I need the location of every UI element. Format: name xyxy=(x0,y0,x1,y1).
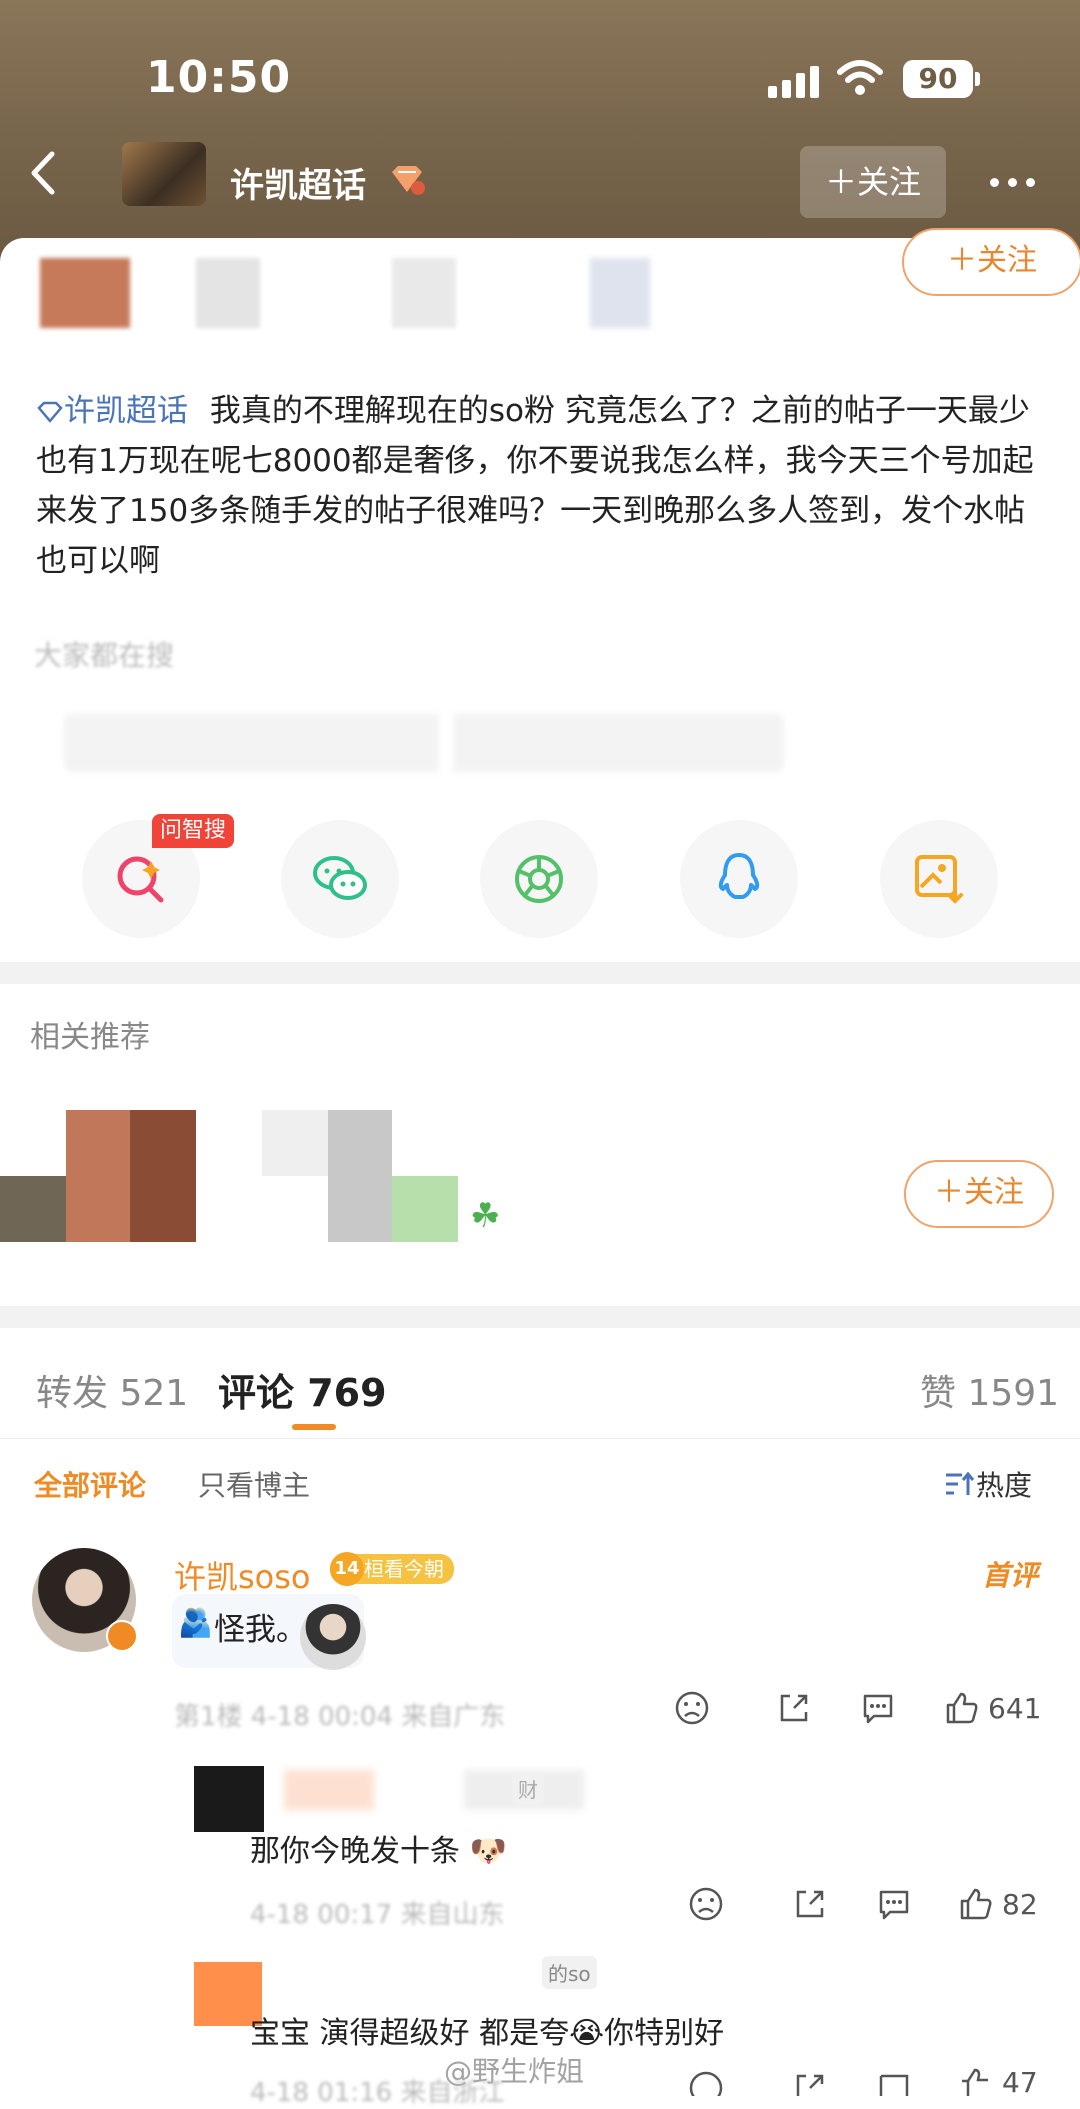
author-name-blur xyxy=(196,258,260,328)
trending-search-blur[interactable] xyxy=(64,714,784,772)
qq-share-button[interactable] xyxy=(680,820,798,938)
comment-meta: 第1楼 4-18 00:04 来自广东 xyxy=(174,1702,506,1732)
status-time: 10:50 xyxy=(146,52,292,103)
share-button[interactable] xyxy=(792,2070,828,2096)
comment-icon xyxy=(863,1694,893,1724)
share-icon xyxy=(796,1890,824,1918)
active-tab-indicator xyxy=(292,1424,336,1430)
ai-search-badge: 问智搜 xyxy=(152,814,235,848)
clover-icon: ☘ xyxy=(470,1196,501,1236)
reply-meta: 4-18 01:16 来自浙江 xyxy=(250,2078,505,2108)
ai-search-icon xyxy=(117,856,164,903)
topic-tag-link[interactable]: 许凯超话 xyxy=(36,393,198,429)
verified-badge-icon xyxy=(106,1620,138,1652)
filter-all-comments[interactable]: 全部评论 xyxy=(34,1464,146,1504)
back-arrow-icon[interactable] xyxy=(28,150,58,196)
like-button[interactable]: 82 xyxy=(958,1886,1038,1922)
super-topic-icon xyxy=(37,401,63,423)
header-follow-button[interactable]: ＋关注 xyxy=(800,146,946,218)
like-count: 82 xyxy=(1002,1887,1038,1921)
battery-nub xyxy=(975,72,980,86)
reply-button[interactable] xyxy=(876,1886,912,1922)
tab-repost[interactable]: 转发 521 xyxy=(36,1364,188,1416)
reply-avatar[interactable] xyxy=(194,1766,264,1832)
related-section-title: 相关推荐 xyxy=(30,1020,150,1055)
topic-tag-label[interactable]: 许凯超话 xyxy=(64,393,188,429)
author-avatar[interactable] xyxy=(40,258,130,328)
reply-text: 那你今晚发十条 🐶 xyxy=(250,1834,507,1869)
more-icon[interactable] xyxy=(990,172,1044,191)
dislike-button[interactable] xyxy=(674,1690,710,1726)
thumbs-up-icon xyxy=(962,2068,988,2096)
thumbs-up-icon xyxy=(946,1692,978,1724)
signal-icon xyxy=(768,66,820,98)
post-content: 许凯超话 我真的不理解现在的so粉 究竟怎么了？之前的帖子一天最少也有1万现在呢… xyxy=(36,386,1046,586)
bubble-decoration-avatar xyxy=(300,1604,366,1670)
moments-icon xyxy=(515,855,563,903)
comment-icon xyxy=(879,1890,909,1920)
share-icon xyxy=(780,1694,808,1722)
sad-face-icon xyxy=(689,1887,723,1921)
author-follow-button[interactable]: ＋关注 xyxy=(902,228,1080,296)
reply-meta: 4-18 00:17 来自山东 xyxy=(250,1900,505,1930)
sad-face-icon xyxy=(689,2071,723,2096)
dislike-button[interactable] xyxy=(688,1886,724,1922)
wechat-icon xyxy=(313,856,367,900)
tab-divider xyxy=(0,1438,1080,1439)
save-image-icon xyxy=(915,855,963,904)
topic-title[interactable]: 许凯超话 xyxy=(230,158,366,207)
sort-label: 热度 xyxy=(976,1469,1033,1502)
related-name-blur[interactable] xyxy=(262,1110,462,1242)
tab-like[interactable]: 赞 1591 xyxy=(920,1364,1059,1416)
reply-button[interactable] xyxy=(860,1690,896,1726)
thumbs-up-icon xyxy=(960,1888,992,1920)
author-meta-blur xyxy=(392,258,456,328)
author-tag-blur xyxy=(590,258,650,328)
related-follow-button[interactable]: ＋关注 xyxy=(904,1160,1054,1228)
top-header: 10:50 90 许凯超话 ＋关注 xyxy=(0,0,1080,262)
share-button[interactable] xyxy=(776,1690,812,1726)
comment-text: 怪我。 xyxy=(214,1612,307,1648)
share-button[interactable] xyxy=(792,1886,828,1922)
like-button[interactable]: 47 xyxy=(958,2066,1038,2099)
sort-icon xyxy=(946,1471,975,1495)
related-avatar[interactable] xyxy=(0,1110,196,1242)
wifi-icon xyxy=(837,60,883,95)
sort-dropdown[interactable]: 热度 xyxy=(944,1464,1032,1504)
qq-icon xyxy=(718,853,760,899)
share-icon xyxy=(796,2074,824,2096)
filter-author-only[interactable]: 只看博主 xyxy=(198,1464,310,1504)
save-image-share-button[interactable] xyxy=(880,820,998,938)
sad-face-icon xyxy=(675,1691,709,1725)
reply-text: 宝宝 演得超级好 都是夸😭你特别好 xyxy=(250,2016,725,2051)
tab-comment[interactable]: 评论 769 xyxy=(218,1362,387,1417)
like-count: 47 xyxy=(1002,2066,1038,2099)
fan-level-number: 14 xyxy=(330,1552,364,1586)
dislike-button[interactable] xyxy=(688,2070,724,2096)
hug-emoji: 🫂 xyxy=(178,1606,213,1639)
comment-icon xyxy=(879,2074,909,2096)
like-button[interactable]: 641 xyxy=(944,1690,1041,1726)
topic-avatar[interactable] xyxy=(122,142,206,206)
reply-button[interactable] xyxy=(876,2070,912,2096)
search-section-label: 大家都在搜 xyxy=(34,639,175,672)
first-comment-tag: 首评 xyxy=(982,1559,1039,1592)
reply-badge: 财 xyxy=(512,1772,544,1805)
comment-author-name[interactable]: 许凯soso xyxy=(174,1552,311,1598)
diamond-level-icon xyxy=(392,166,425,195)
moments-share-button[interactable] xyxy=(480,820,598,938)
wechat-share-button[interactable] xyxy=(281,820,399,938)
section-divider xyxy=(0,962,1080,984)
section-divider xyxy=(0,1306,1080,1328)
reply-badge: 的so xyxy=(542,1956,597,1989)
battery-indicator: 90 xyxy=(903,60,973,98)
like-count: 641 xyxy=(988,1691,1042,1725)
